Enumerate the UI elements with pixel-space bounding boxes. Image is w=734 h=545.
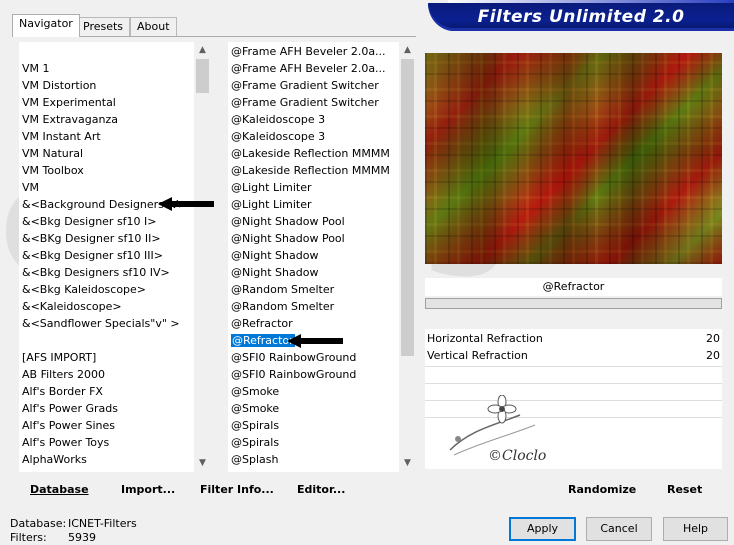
category-item[interactable] bbox=[20, 332, 22, 349]
category-item[interactable]: &<Bkg Designers sf10 IV> bbox=[20, 264, 170, 281]
randomize-button[interactable]: Randomize bbox=[568, 479, 636, 500]
filter-item[interactable]: @Kaleidoscope 3 bbox=[229, 111, 325, 128]
filter-item[interactable]: @Night Shadow bbox=[229, 264, 318, 281]
help-button[interactable]: Help bbox=[663, 517, 728, 541]
category-list[interactable]: VM 1 VM Distortion VM Experimental VM Extra… bbox=[19, 42, 211, 472]
filters-count-label: Filters: bbox=[10, 531, 47, 544]
param-label: Vertical Refraction bbox=[427, 349, 528, 362]
param-value[interactable]: 20 bbox=[706, 330, 720, 347]
category-item[interactable]: Alf's Power Toys bbox=[20, 434, 109, 451]
category-item[interactable]: Alf's Border FX bbox=[20, 383, 103, 400]
param-row-horizontal[interactable]: Horizontal Refraction 20 bbox=[425, 330, 722, 347]
cloclo-watermark-text: ©Cloclo bbox=[488, 448, 547, 464]
filter-list[interactable]: @Frame AFH Beveler 2.0a... @Frame AFH Bev… bbox=[228, 42, 416, 472]
filter-scrollbar[interactable]: ▲ ▼ bbox=[399, 42, 416, 472]
category-item[interactable]: VM 1 bbox=[20, 60, 50, 77]
category-item[interactable]: &<Bkg Kaleidoscope> bbox=[20, 281, 146, 298]
cancel-button[interactable]: Cancel bbox=[586, 517, 652, 541]
filter-item[interactable]: @Frame Gradient Switcher bbox=[229, 94, 379, 111]
filter-item[interactable]: @Light Limiter bbox=[229, 179, 312, 196]
category-item[interactable]: [AFS IMPORT] bbox=[20, 349, 96, 366]
pointer-arrow-icon bbox=[158, 197, 214, 211]
database-button-label: Database bbox=[30, 483, 89, 496]
filter-info-button[interactable]: Filter Info... bbox=[200, 479, 274, 500]
category-item[interactable]: VM Toolbox bbox=[20, 162, 84, 179]
filter-item[interactable]: @Random Smelter bbox=[229, 298, 334, 315]
filter-item[interactable]: @Random Smelter bbox=[229, 281, 334, 298]
filter-item[interactable]: @Kaleidoscope 3 bbox=[229, 128, 325, 145]
category-item[interactable]: Alf's Power Sines bbox=[20, 417, 115, 434]
reset-button[interactable]: Reset bbox=[667, 479, 702, 500]
scroll-up-icon[interactable]: ▲ bbox=[194, 42, 211, 59]
preview-scrollbar[interactable] bbox=[425, 298, 722, 309]
category-item[interactable]: &<Bkg Designer sf10 I> bbox=[20, 213, 157, 230]
selected-filter-label: @Refractor bbox=[230, 333, 296, 348]
app-banner-title: Filters Unlimited 2.0 bbox=[428, 3, 734, 31]
category-item[interactable]: &<BKg Designer sf10 II> bbox=[20, 230, 161, 247]
category-item[interactable]: Alf's Power Grads bbox=[20, 400, 118, 417]
filter-item[interactable]: @Smoke bbox=[229, 383, 279, 400]
category-item[interactable]: VM bbox=[20, 179, 39, 196]
param-divider bbox=[425, 366, 722, 367]
filters-count-value: 5939 bbox=[68, 531, 96, 544]
filter-item[interactable]: @Lakeside Reflection MMMM bbox=[229, 145, 390, 162]
preview-texture bbox=[425, 53, 722, 264]
category-item[interactable]: VM Extravaganza bbox=[20, 111, 118, 128]
param-divider bbox=[425, 383, 722, 384]
filter-item[interactable]: @Splash bbox=[229, 451, 278, 468]
filter-item[interactable]: @Lakeside Reflection MMMM bbox=[229, 162, 390, 179]
tab-presets[interactable]: Presets bbox=[76, 17, 131, 36]
category-scroll-thumb[interactable] bbox=[196, 59, 209, 93]
filter-item[interactable]: @SFI0 RainbowGround bbox=[229, 349, 356, 366]
editor-button[interactable]: Editor... bbox=[297, 479, 345, 500]
filter-item[interactable]: @Spirals bbox=[229, 434, 279, 451]
scroll-down-icon[interactable]: ▼ bbox=[194, 455, 211, 472]
scroll-down-icon[interactable]: ▼ bbox=[399, 455, 416, 472]
param-row-vertical[interactable]: Vertical Refraction 20 bbox=[425, 347, 722, 364]
filter-item[interactable]: @Night Shadow Pool bbox=[229, 213, 345, 230]
pointer-arrow-icon bbox=[287, 334, 343, 348]
import-button[interactable]: Import... bbox=[121, 479, 175, 500]
category-scrollbar[interactable]: ▲ ▼ bbox=[194, 42, 211, 472]
param-label: Horizontal Refraction bbox=[427, 332, 543, 345]
filter-scroll-thumb[interactable] bbox=[401, 59, 414, 356]
filter-item[interactable]: @Night Shadow bbox=[229, 247, 318, 264]
filter-item[interactable]: @SFI0 RainbowGround bbox=[229, 366, 356, 383]
filter-item[interactable]: @Frame AFH Beveler 2.0a... bbox=[229, 43, 386, 60]
filter-item[interactable]: @Night Shadow Pool bbox=[229, 230, 345, 247]
category-item[interactable]: AlphaWorks bbox=[20, 451, 87, 468]
database-value: ICNET-Filters bbox=[68, 517, 137, 530]
database-label: Database: bbox=[10, 517, 67, 530]
category-item[interactable]: &<Bkg Designer sf10 III> bbox=[20, 247, 163, 264]
filter-item[interactable]: @Refractor bbox=[229, 315, 293, 332]
category-item[interactable]: AB Filters 2000 bbox=[20, 366, 105, 383]
filter-item[interactable]: @Frame AFH Beveler 2.0a... bbox=[229, 60, 386, 77]
category-item[interactable]: VM Instant Art bbox=[20, 128, 101, 145]
category-item[interactable]: &<Kaleidoscope> bbox=[20, 298, 122, 315]
filter-preview-image bbox=[425, 53, 722, 264]
filter-item[interactable]: @Light Limiter bbox=[229, 196, 312, 213]
database-button[interactable]: Database bbox=[30, 479, 89, 500]
filter-item[interactable]: @Frame Gradient Switcher bbox=[229, 77, 379, 94]
filter-item[interactable]: @Smoke bbox=[229, 400, 279, 417]
category-item[interactable]: VM Experimental bbox=[20, 94, 116, 111]
current-filter-name: @Refractor bbox=[425, 278, 722, 296]
apply-button[interactable]: Apply bbox=[509, 517, 576, 541]
category-item[interactable]: VM Distortion bbox=[20, 77, 96, 94]
category-item[interactable]: VM Natural bbox=[20, 145, 83, 162]
category-item[interactable]: &<Sandflower Specials"v" > bbox=[20, 315, 180, 332]
filter-item[interactable]: @Spirals bbox=[229, 417, 279, 434]
tab-navigator[interactable]: Navigator bbox=[12, 14, 80, 37]
tab-about[interactable]: About bbox=[130, 17, 177, 36]
scroll-up-icon[interactable]: ▲ bbox=[399, 42, 416, 59]
param-value[interactable]: 20 bbox=[706, 347, 720, 364]
filter-item[interactable]: @Refractor bbox=[229, 332, 296, 349]
